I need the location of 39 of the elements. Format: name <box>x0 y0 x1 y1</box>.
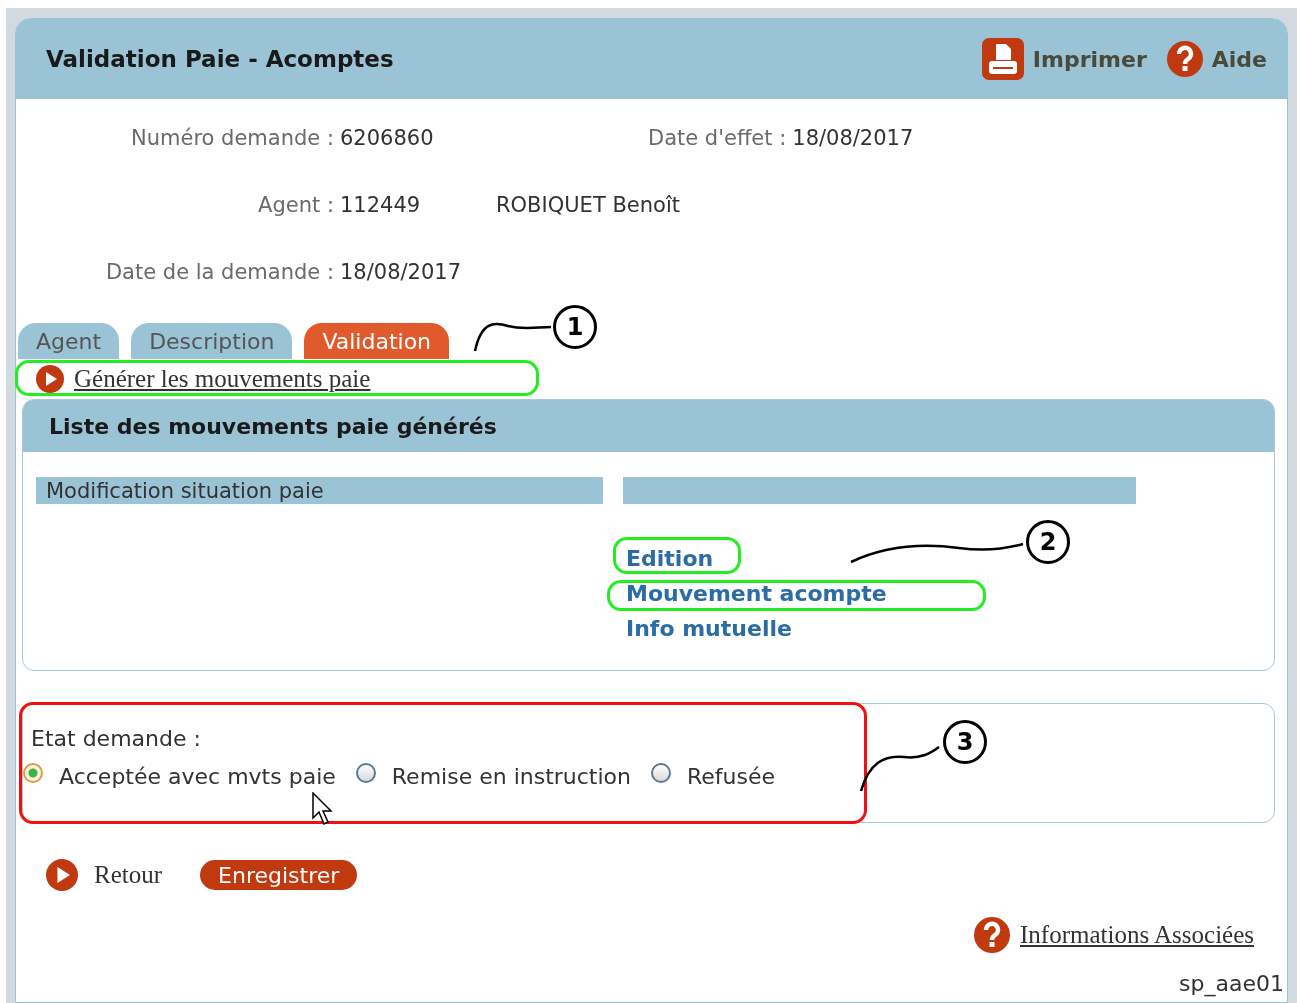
page-title: Validation Paie - Acomptes <box>46 46 395 72</box>
radio-button[interactable] <box>651 763 671 783</box>
document-link[interactable]: Mouvement acompte <box>626 576 887 611</box>
radio-label: Refusée <box>687 763 776 789</box>
printer-icon <box>981 38 1024 80</box>
screen-code: sp_aae01 <box>1179 971 1285 997</box>
document-link[interactable]: Info mutuelle <box>626 611 792 646</box>
tab[interactable]: Agent <box>18 323 120 359</box>
field-label: Date d'effet : <box>648 125 787 150</box>
generate-link[interactable]: Générer les mouvements paie <box>74 365 371 393</box>
play-icon <box>36 365 64 393</box>
help-icon <box>974 917 1010 953</box>
field-value: 18/08/2017 <box>791 125 915 150</box>
field-label: Numéro demande : <box>130 125 334 150</box>
help-icon <box>1166 41 1203 77</box>
radio-option[interactable]: Refusée <box>651 763 776 789</box>
tab[interactable]: Validation <box>304 323 450 359</box>
action-label: Imprimer <box>1032 46 1147 72</box>
mouse-pointer-icon <box>312 792 334 826</box>
radio-button[interactable] <box>355 763 376 783</box>
column-header: Modification situation paie <box>36 477 603 504</box>
print-link[interactable]: Imprimer <box>981 38 1147 80</box>
field-value: 112449 <box>339 192 422 217</box>
field-label: Date de la demande : <box>104 259 334 284</box>
field-value: 6206860 <box>339 125 435 150</box>
radio-button[interactable] <box>23 763 43 783</box>
save-button[interactable]: Enregistrer <box>200 860 358 890</box>
panel-title: Liste des mouvements paie générés <box>23 400 1274 452</box>
field-value: 18/08/2017 <box>339 259 463 284</box>
action-label: Aide <box>1211 46 1267 72</box>
tab[interactable]: Description <box>131 323 293 359</box>
field-value: ROBIQUET Benoît <box>495 192 681 217</box>
help-link[interactable]: Aide <box>1166 41 1267 77</box>
related-info-link[interactable]: Informations Associées <box>1020 921 1254 949</box>
play-icon <box>46 859 78 891</box>
field-label: Agent : <box>257 192 334 217</box>
document-link[interactable]: Edition <box>626 541 714 576</box>
back-link[interactable]: Retour <box>94 861 163 889</box>
state-label: Etat demande : <box>31 725 201 751</box>
